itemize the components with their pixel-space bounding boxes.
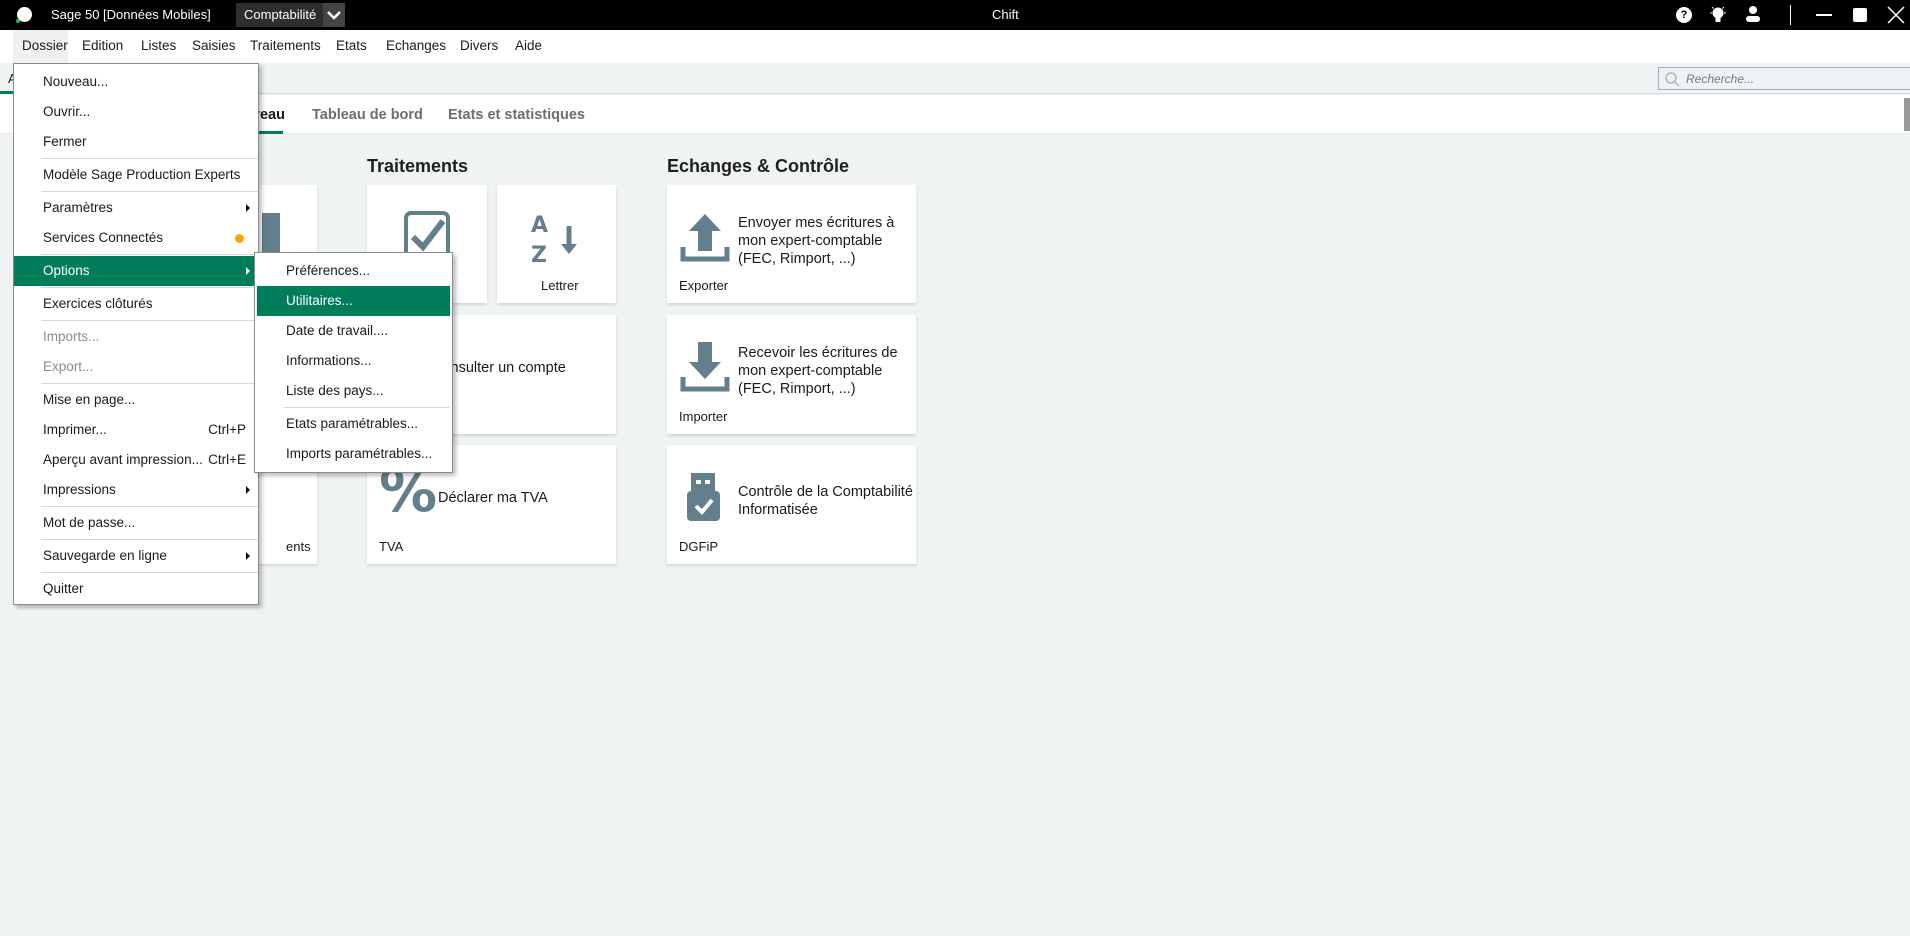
menu-traitements[interactable]: Traitements — [250, 38, 321, 53]
submenu-item-imports-parametrables[interactable]: Imports paramétrables... — [257, 439, 450, 469]
menu-item-export: Export... — [43, 359, 94, 374]
menu-saisies[interactable]: Saisies — [192, 38, 236, 53]
tile-label: Exporter — [679, 278, 729, 293]
menu-echanges[interactable]: Echanges — [386, 38, 446, 53]
tile-exporter[interactable]: Envoyer mes écritures à mon expert-compt… — [667, 185, 916, 303]
options-submenu: Préférences... Utilitaires... Date de tr… — [254, 252, 453, 473]
menu-item-nouveau[interactable]: Nouveau... — [14, 67, 258, 97]
menu-separator — [41, 254, 258, 255]
search-placeholder: Recherche... — [1686, 72, 1755, 86]
tile-label: Lettrer — [541, 278, 579, 293]
menu-separator — [41, 191, 258, 192]
submenu-item-preferences[interactable]: Préférences... — [257, 256, 450, 286]
upload-icon — [680, 214, 730, 262]
help-icon[interactable]: ? — [1676, 7, 1692, 23]
submenu-arrow-icon — [246, 486, 250, 494]
submenu-item-date-travail[interactable]: Date de travail.... — [257, 316, 450, 346]
document-tabs-bar: A Recherche... — [0, 63, 1910, 94]
sort-az-icon: AZ — [531, 213, 577, 268]
menu-bar: Dossier Edition Listes Saisies Traitemen… — [0, 30, 1910, 63]
main-tabs: Bureau Tableau de bord Etats et statisti… — [0, 95, 1910, 134]
module-select-value: Comptabilité — [244, 7, 317, 22]
menu-dossier[interactable]: Dossier — [22, 38, 68, 53]
tile-text: Envoyer mes écritures à mon expert-compt… — [738, 215, 895, 267]
menu-separator — [284, 407, 450, 408]
submenu-arrow-icon — [246, 204, 250, 212]
search-icon — [1665, 72, 1680, 87]
download-icon — [680, 342, 730, 392]
dossier-menu: Nouveau... Ouvrir... Fermer Modèle Sage … — [13, 63, 259, 605]
menu-item-imports: Imports... — [43, 329, 100, 344]
tile-importer[interactable]: Recevoir les écritures de mon expert-com… — [667, 315, 916, 434]
tile-label: TVA — [379, 539, 404, 554]
scroll-arrows[interactable] — [1904, 98, 1910, 131]
search-input[interactable]: Recherche... — [1658, 67, 1910, 90]
section-title-echanges: Echanges & Contrôle — [667, 156, 850, 176]
menu-item-ouvrir[interactable]: Ouvrir... — [14, 97, 258, 127]
menu-item-impressions[interactable]: Impressions — [14, 475, 258, 505]
submenu-item-utilitaires[interactable]: Utilitaires... — [257, 286, 450, 316]
document-tab-underline — [0, 91, 14, 94]
usb-check-icon — [687, 473, 720, 521]
module-select[interactable]: Comptabilité — [236, 3, 345, 27]
restore-button[interactable] — [1853, 8, 1867, 22]
tile-dgfip[interactable]: Contrôle de la Comptabilité Informatisée… — [667, 445, 916, 564]
menu-separator — [41, 158, 258, 159]
menu-item-exercices-clotures[interactable]: Exercices clôturés — [14, 289, 258, 319]
tab-tableau-de-bord[interactable]: Tableau de bord — [312, 107, 423, 123]
window-title: Chift — [992, 7, 1019, 22]
menu-aide[interactable]: Aide — [515, 38, 542, 53]
divider — [1790, 5, 1791, 25]
status-dot-icon — [235, 234, 244, 243]
lightbulb-icon[interactable] — [1709, 5, 1727, 25]
menu-listes[interactable]: Listes — [141, 38, 176, 53]
submenu-arrow-icon — [246, 552, 250, 560]
menu-separator — [41, 287, 258, 288]
minimize-button[interactable] — [1816, 14, 1832, 16]
menu-item-services-connectes[interactable]: Services Connectés — [14, 223, 258, 253]
sage-logo-icon — [16, 7, 32, 23]
chevron-down-icon — [323, 3, 345, 27]
tile-label: DGFiP — [679, 539, 718, 554]
app-title: Sage 50 [Données Mobiles] — [51, 7, 211, 22]
tile-lettrer[interactable]: AZ Lettrer — [497, 185, 616, 303]
menu-separator — [41, 539, 258, 540]
menu-item-mise-en-page[interactable]: Mise en page... — [14, 385, 258, 415]
menu-item-modele-sage[interactable]: Modèle Sage Production Experts — [14, 160, 258, 190]
menu-separator — [41, 383, 258, 384]
tile-label: ents — [286, 539, 311, 554]
menu-divers[interactable]: Divers — [460, 38, 498, 53]
menu-item-mot-de-passe[interactable]: Mot de passe... — [14, 508, 258, 538]
menu-separator — [41, 506, 258, 507]
menu-item-apercu[interactable]: Aperçu avant impression... Ctrl+E — [14, 445, 258, 475]
tile-text: Contrôle de la Comptabilité Informatisée — [738, 484, 913, 518]
tab-etats-statistiques[interactable]: Etats et statistiques — [448, 107, 585, 123]
menu-etats[interactable]: Etats — [336, 38, 367, 53]
menu-item-quitter[interactable]: Quitter — [14, 574, 258, 604]
submenu-item-etats-parametrables[interactable]: Etats paramétrables... — [257, 409, 450, 439]
menu-item-parametres[interactable]: Paramètres — [14, 193, 258, 223]
menu-item-imprimer[interactable]: Imprimer... Ctrl+P — [14, 415, 258, 445]
user-icon[interactable] — [1745, 5, 1761, 23]
svg-text:A: A — [531, 213, 548, 238]
tile-text: Déclarer ma TVA — [438, 490, 548, 506]
menu-item-sauvegarde[interactable]: Sauvegarde en ligne — [14, 541, 258, 571]
menu-separator — [41, 320, 258, 321]
tile-text: Recevoir les écritures de mon expert-com… — [738, 345, 898, 397]
tile-label: Importer — [679, 409, 728, 424]
section-title-traitements: Traitements — [367, 156, 469, 176]
submenu-item-informations[interactable]: Informations... — [257, 346, 450, 376]
submenu-item-liste-pays[interactable]: Liste des pays... — [257, 376, 450, 406]
close-button[interactable] — [1887, 6, 1905, 24]
menu-separator — [41, 572, 258, 573]
menu-edition[interactable]: Edition — [82, 38, 123, 53]
submenu-arrow-icon — [246, 267, 250, 275]
menu-item-fermer[interactable]: Fermer — [14, 127, 258, 157]
svg-text:Z: Z — [531, 243, 547, 268]
menu-item-options[interactable]: Options — [14, 256, 258, 286]
title-bar: Sage 50 [Données Mobiles] Comptabilité C… — [0, 0, 1910, 30]
